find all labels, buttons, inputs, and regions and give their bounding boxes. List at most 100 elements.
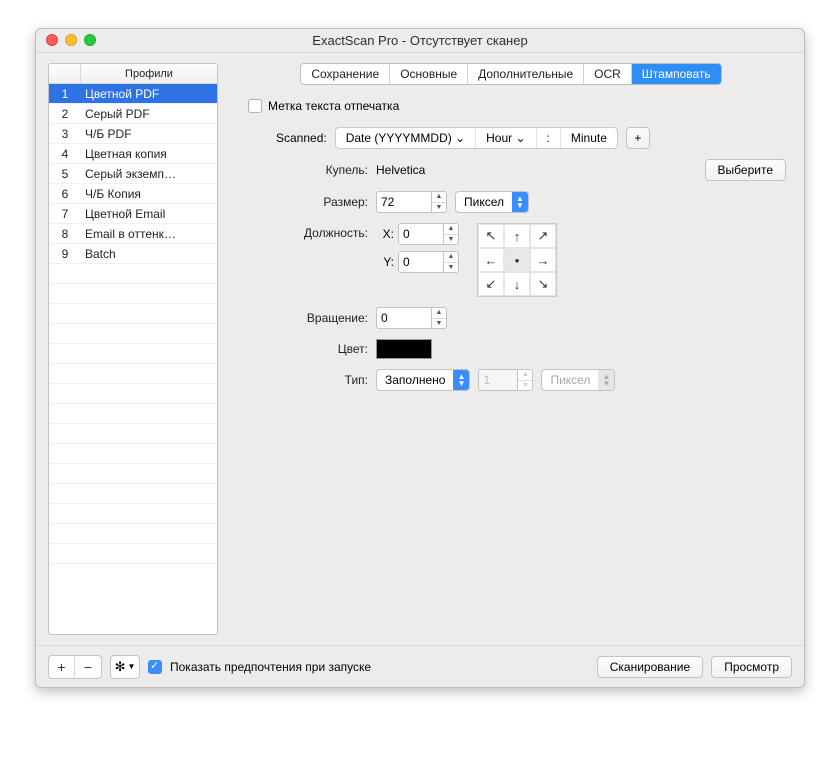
y-stepper[interactable]: ▲▼ [444, 251, 459, 273]
anchor-cell[interactable]: ↗ [530, 224, 556, 248]
anchor-cell[interactable]: ↘ [530, 272, 556, 296]
chevron-updown-icon: ▲▼ [598, 370, 614, 390]
footer: + − ✻ ▼ Показать предпочтения при запуск… [36, 645, 804, 687]
chevron-updown-icon: ▲▼ [453, 370, 469, 390]
profile-row-name: Ч/Б PDF [81, 127, 217, 141]
remove-profile-button[interactable]: − [75, 656, 101, 678]
profile-row-num: 5 [49, 167, 81, 181]
tabs: СохранениеОсновныеДополнительныеOCRШтамп… [230, 63, 792, 85]
position-label: Должность: [236, 223, 376, 240]
add-token-button[interactable]: + [626, 127, 650, 149]
rotation-label: Вращение: [236, 311, 376, 325]
profile-row[interactable]: 8Email в оттенк… [49, 224, 217, 244]
font-label: Купель: [236, 163, 376, 177]
anchor-grid[interactable]: ↖↑↗ ←•→ ↙↓↘ [477, 223, 557, 297]
profile-row-num: 9 [49, 247, 81, 261]
preview-button[interactable]: Просмотр [711, 656, 792, 678]
profile-row-num: 4 [49, 147, 81, 161]
anchor-cell[interactable]: ↓ [504, 272, 530, 296]
size-stepper[interactable]: ▲▼ [432, 191, 447, 213]
anchor-cell[interactable]: ↖ [478, 224, 504, 248]
add-profile-button[interactable]: + [49, 656, 75, 678]
anchor-cell[interactable]: • [504, 248, 530, 272]
profile-row[interactable] [49, 544, 217, 564]
profile-row[interactable]: 9Batch [49, 244, 217, 264]
minimize-icon[interactable] [65, 34, 77, 46]
size-label: Размер: [236, 195, 376, 209]
profile-row-name: Серый экземп… [81, 167, 217, 181]
imprint-form: Метка текста отпечатка Scanned: Date (YY… [230, 99, 792, 401]
profile-row-num: 3 [49, 127, 81, 141]
profile-row[interactable] [49, 364, 217, 384]
anchor-cell[interactable]: → [530, 248, 556, 272]
profile-row[interactable]: 2Серый PDF [49, 104, 217, 124]
profiles-header: Профили [49, 64, 217, 84]
rotation-stepper[interactable]: ▲▼ [432, 307, 447, 329]
profile-row[interactable]: 1Цветной PDF [49, 84, 217, 104]
profile-row[interactable] [49, 324, 217, 344]
type-label: Тип: [236, 373, 376, 387]
anchor-cell[interactable]: ↙ [478, 272, 504, 296]
anchor-cell[interactable]: ↑ [504, 224, 530, 248]
scanned-format[interactable]: Date (YYYYMMDD) ⌄ Hour ⌄ : Minute [335, 127, 618, 149]
rotation-input[interactable] [376, 307, 432, 329]
profile-row[interactable] [49, 264, 217, 284]
profile-row[interactable]: 7Цветной Email [49, 204, 217, 224]
sidebar: Профили 1Цветной PDF2Серый PDF3Ч/Б PDF4Ц… [48, 63, 218, 635]
profile-row[interactable]: 5Серый экземп… [49, 164, 217, 184]
size-unit-select[interactable]: Пиксел ▲▼ [455, 191, 529, 213]
tab-3[interactable]: OCR [584, 64, 632, 84]
profile-row[interactable]: 6Ч/Б Копия [49, 184, 217, 204]
profile-row[interactable] [49, 484, 217, 504]
x-label: X: [376, 227, 394, 241]
profile-row[interactable] [49, 404, 217, 424]
profile-row-name: Ч/Б Копия [81, 187, 217, 201]
color-swatch[interactable] [376, 339, 432, 359]
profile-row[interactable] [49, 304, 217, 324]
profile-row-name: Цветная копия [81, 147, 217, 161]
profile-row[interactable] [49, 424, 217, 444]
profile-row[interactable] [49, 524, 217, 544]
size-input[interactable] [376, 191, 432, 213]
scan-button[interactable]: Сканирование [597, 656, 703, 678]
tab-4[interactable]: Штамповать [632, 64, 721, 84]
show-prefs-label: Показать предпочтения при запуске [170, 660, 371, 674]
profile-row[interactable] [49, 384, 217, 404]
window-title: ExactScan Pro - Отсутствует сканер [312, 33, 527, 48]
profile-row[interactable] [49, 444, 217, 464]
close-icon[interactable] [46, 34, 58, 46]
type-unit-select: Пиксел ▲▼ [541, 369, 615, 391]
profile-row-name: Цветной PDF [81, 87, 217, 101]
profile-row-name: Batch [81, 247, 217, 261]
profile-row[interactable] [49, 284, 217, 304]
x-stepper[interactable]: ▲▼ [444, 223, 459, 245]
profile-row[interactable] [49, 344, 217, 364]
profile-row-num: 6 [49, 187, 81, 201]
window-body: Профили 1Цветной PDF2Серый PDF3Ч/Б PDF4Ц… [36, 53, 804, 645]
type-select[interactable]: Заполнено ▲▼ [376, 369, 470, 391]
profile-row[interactable]: 4Цветная копия [49, 144, 217, 164]
gear-menu[interactable]: ✻ ▼ [110, 655, 140, 679]
anchor-cell[interactable]: ← [478, 248, 504, 272]
profile-row[interactable] [49, 504, 217, 524]
profile-add-remove: + − [48, 655, 102, 679]
chevron-down-icon: ▼ [127, 662, 135, 671]
zoom-icon[interactable] [84, 34, 96, 46]
imprint-checkbox[interactable] [248, 99, 262, 113]
profile-row[interactable] [49, 464, 217, 484]
profile-row[interactable]: 3Ч/Б PDF [49, 124, 217, 144]
profile-row-name: Email в оттенк… [81, 227, 217, 241]
tab-2[interactable]: Дополнительные [468, 64, 584, 84]
scanned-label: Scanned: [276, 131, 327, 145]
profile-row-num: 1 [49, 87, 81, 101]
tab-1[interactable]: Основные [390, 64, 468, 84]
profile-row-num: 8 [49, 227, 81, 241]
titlebar: ExactScan Pro - Отсутствует сканер [36, 29, 804, 53]
x-input[interactable] [398, 223, 444, 245]
profile-row-name: Цветной Email [81, 207, 217, 221]
choose-font-button[interactable]: Выберите [705, 159, 786, 181]
y-input[interactable] [398, 251, 444, 273]
tab-0[interactable]: Сохранение [301, 64, 390, 84]
font-value: Helvetica [376, 163, 425, 177]
show-prefs-checkbox[interactable] [148, 660, 162, 674]
